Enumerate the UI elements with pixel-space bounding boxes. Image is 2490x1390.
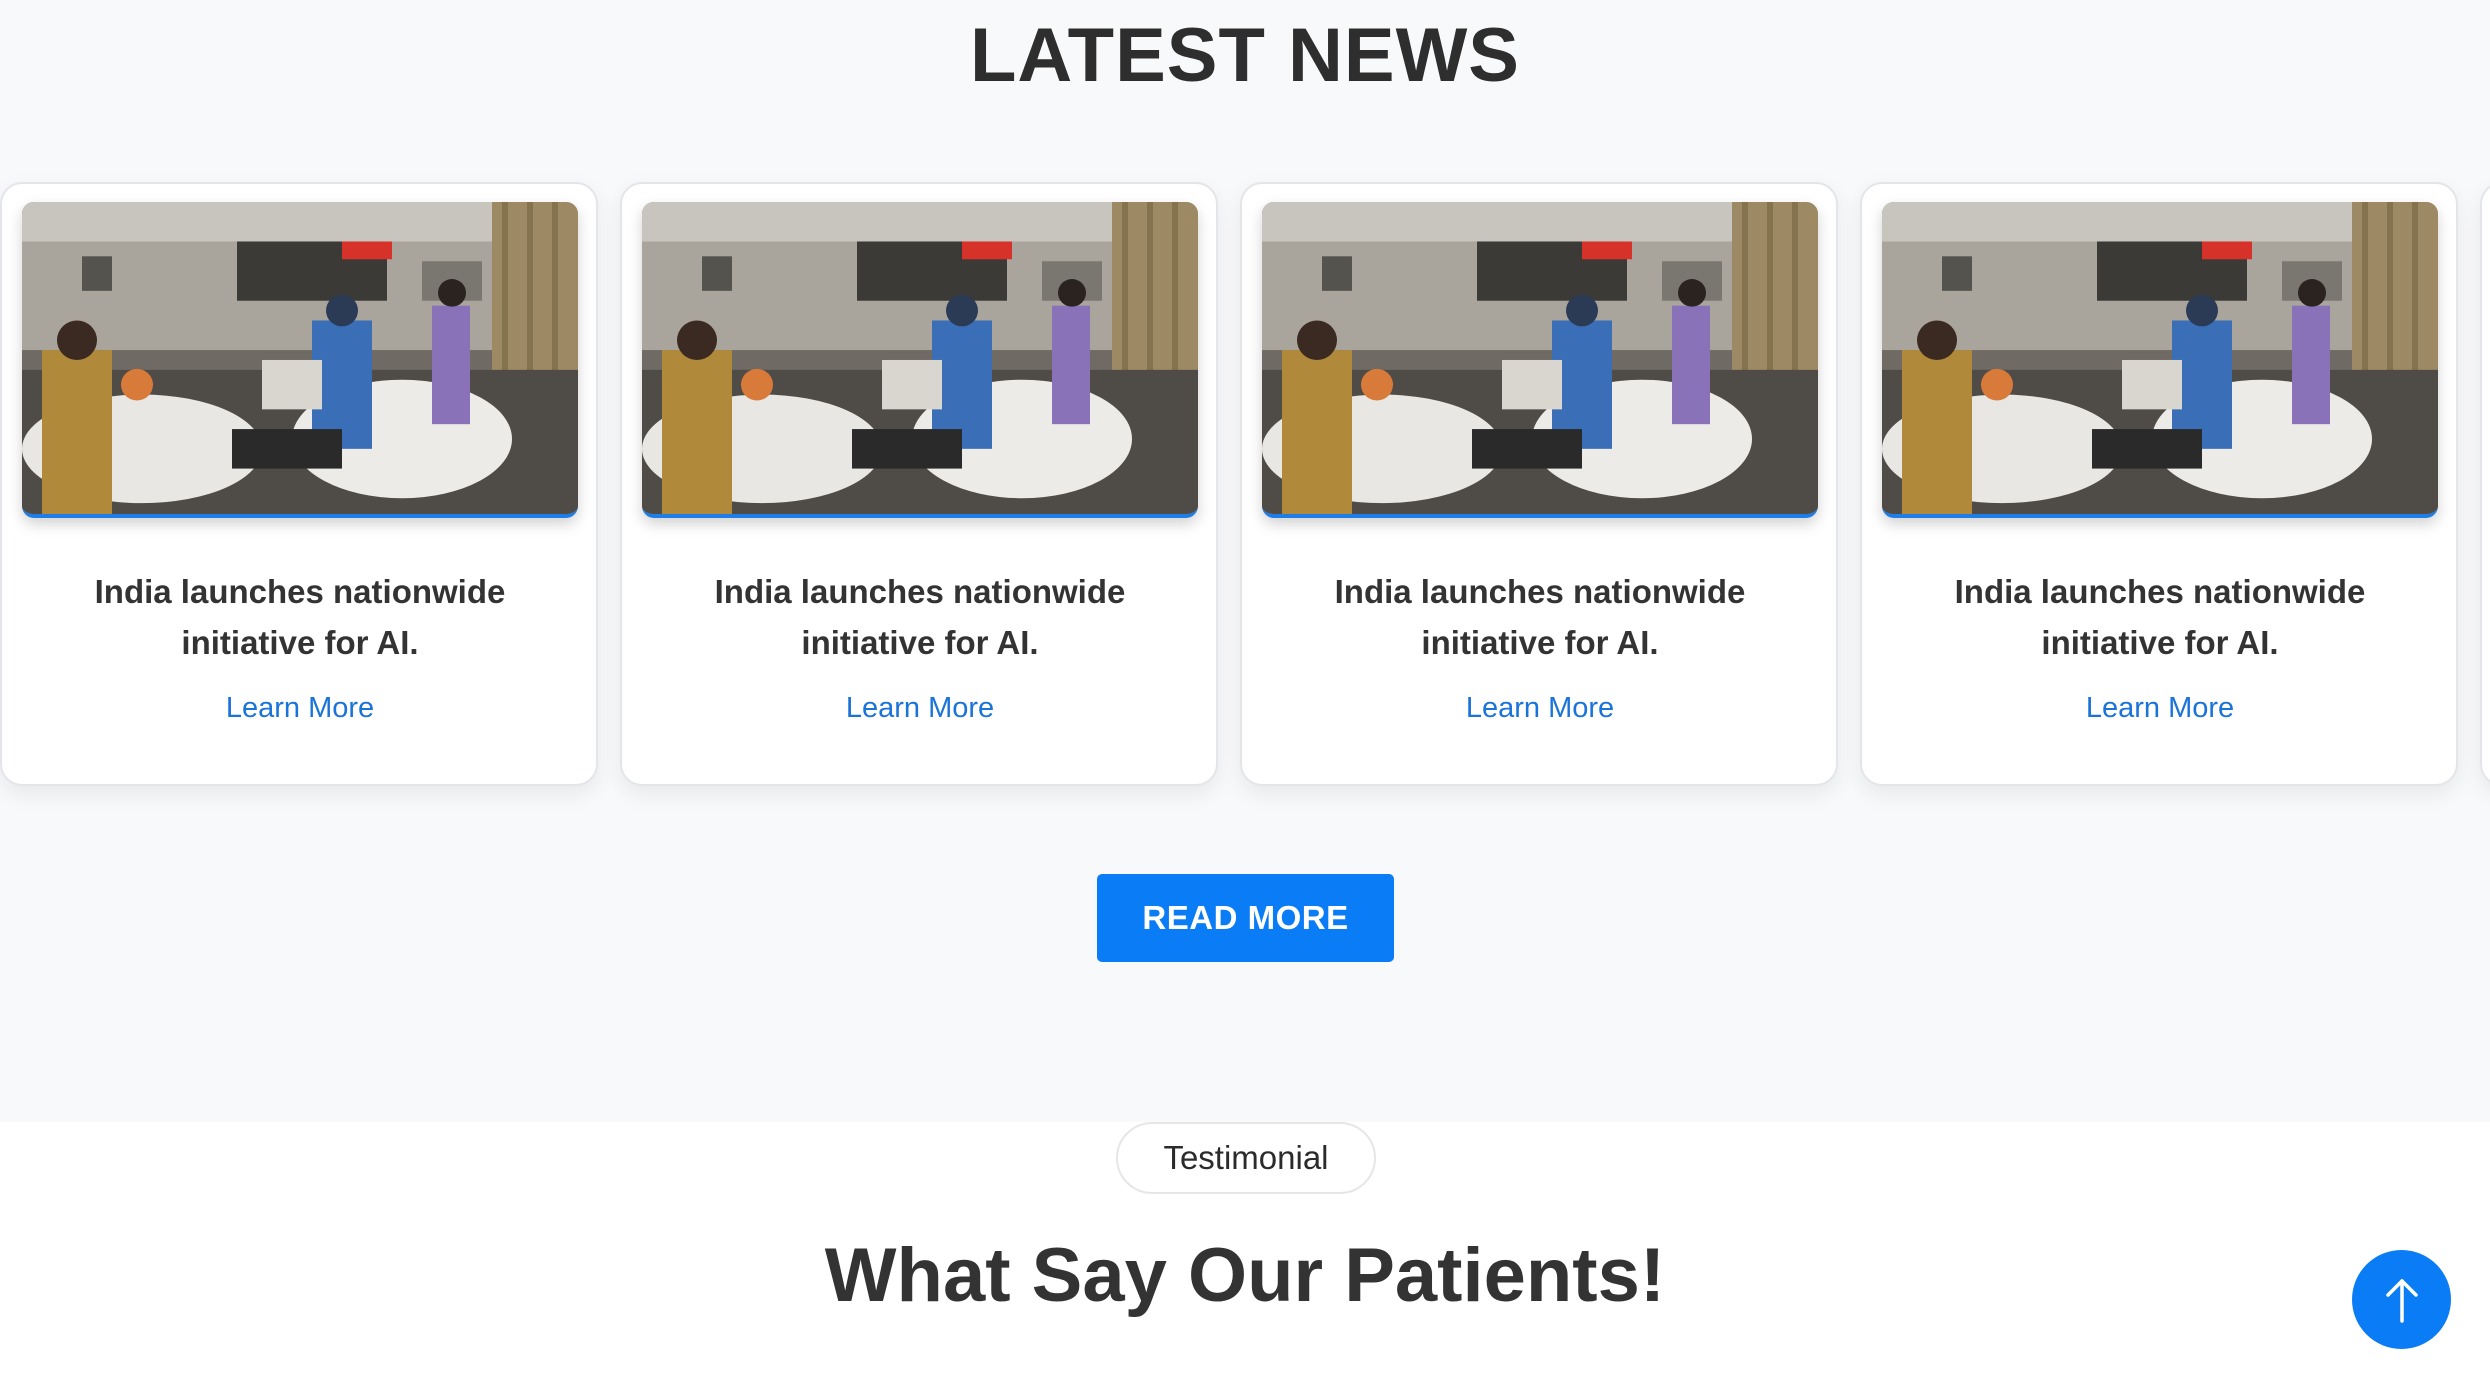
news-card-headline: India launches nationwide initiative for… bbox=[714, 573, 1126, 661]
testimonial-title: What Say Our Patients! bbox=[824, 1233, 1666, 1318]
news-card: India launches nationwide initiative for… bbox=[1860, 182, 2458, 786]
learn-more-link[interactable]: Learn More bbox=[2, 692, 598, 725]
news-card-partial bbox=[2480, 182, 2490, 786]
news-card: India launches nationwide initiative for… bbox=[620, 182, 1218, 786]
news-card-headline: India launches nationwide initiative for… bbox=[94, 573, 506, 661]
learn-more-link[interactable]: Learn More bbox=[622, 692, 1218, 725]
read-more-button[interactable]: READ MORE bbox=[1097, 874, 1394, 962]
latest-news-title: LATEST NEWS bbox=[969, 13, 1520, 98]
latest-news-section: LATEST NEWS India launches nationwide in… bbox=[0, 0, 2490, 1122]
testimonial-tag: Testimonial bbox=[1116, 1122, 1376, 1194]
news-card-image bbox=[642, 202, 1198, 518]
scroll-to-top-button[interactable] bbox=[2352, 1250, 2451, 1349]
learn-more-link[interactable]: Learn More bbox=[1242, 692, 1838, 725]
news-card: India launches nationwide initiative for… bbox=[0, 182, 598, 786]
news-carousel: India launches nationwide initiative for… bbox=[0, 182, 2490, 788]
news-card-image bbox=[1262, 202, 1818, 518]
learn-more-link[interactable]: Learn More bbox=[1862, 692, 2458, 725]
news-card: India launches nationwide initiative for… bbox=[1240, 182, 1838, 786]
news-card-image bbox=[22, 202, 578, 518]
news-card-headline: India launches nationwide initiative for… bbox=[1334, 573, 1746, 661]
arrow-up-icon bbox=[2385, 1278, 2418, 1323]
news-card-image bbox=[1882, 202, 2438, 518]
news-card-headline: India launches nationwide initiative for… bbox=[1954, 573, 2366, 661]
